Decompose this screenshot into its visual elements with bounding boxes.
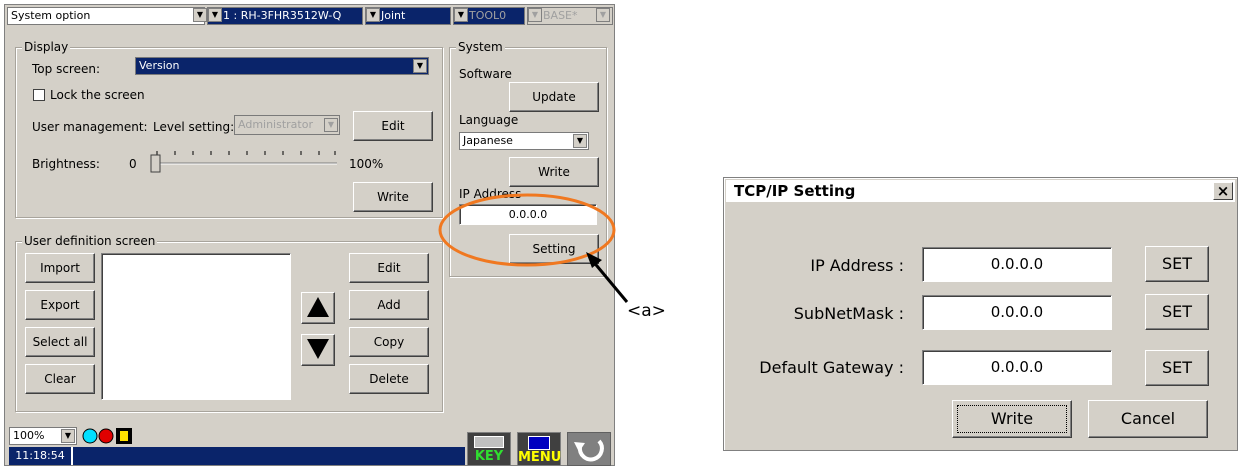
clear-button[interactable]: Clear [25, 364, 95, 394]
chevron-down-icon[interactable]: ▼ [366, 8, 380, 22]
user-definition-title: User definition screen [22, 234, 158, 248]
chevron-down-icon[interactable]: ▼ [573, 134, 587, 148]
top-screen-value: Version [139, 59, 180, 72]
brightness-label: Brightness: [32, 157, 100, 171]
chevron-down-icon[interactable]: ▼ [61, 429, 75, 443]
keyboard-icon [474, 436, 504, 448]
chevron-down-icon[interactable]: ▼ [528, 8, 542, 22]
user-copy-button[interactable]: Copy [349, 327, 429, 357]
language-value: Japanese [463, 134, 513, 147]
error-status-icon [98, 428, 114, 444]
subnet-mask-input[interactable]: 0.0.0.0 [922, 295, 1112, 330]
import-button[interactable]: Import [25, 253, 95, 283]
menu-label: MENU [518, 450, 562, 465]
status-bar [9, 447, 465, 465]
move-down-button[interactable] [301, 334, 335, 366]
subnet-mask-label: SubNetMask : [793, 304, 904, 323]
chevron-down-icon[interactable]: ▼ [413, 59, 427, 73]
level-setting-select[interactable]: Administrator ▼ [234, 115, 340, 135]
top-screen-select[interactable]: Version ▼ [135, 57, 429, 75]
chevron-down-icon[interactable]: ▼ [208, 8, 222, 22]
key-label: KEY [474, 449, 504, 464]
default-gateway-label: Default Gateway : [759, 358, 904, 377]
level-setting-value: Administrator [238, 118, 313, 131]
dialog-cancel-button[interactable]: Cancel [1088, 400, 1208, 438]
dialog-write-button[interactable]: Write [952, 400, 1072, 438]
user-screen-list[interactable] [101, 253, 291, 400]
lock-screen-checkbox[interactable] [33, 89, 45, 101]
software-label: Software [459, 67, 512, 81]
brightness-max-label: 100% [349, 157, 384, 171]
chevron-down-icon[interactable]: ▼ [596, 8, 610, 22]
user-management-label: User management: [32, 120, 148, 134]
lock-screen-label: Lock the screen [50, 88, 145, 102]
gateway-set-button[interactable]: SET [1145, 350, 1209, 386]
language-label: Language [459, 113, 519, 127]
zoom-value: 100% [13, 429, 45, 442]
user-delete-button[interactable]: Delete [349, 364, 429, 394]
system-group-title: System [456, 40, 505, 54]
close-button[interactable]: × [1213, 182, 1233, 200]
arrow-down-icon [307, 339, 329, 359]
callout-arrow-icon [590, 259, 629, 303]
ip-set-button[interactable]: SET [1145, 246, 1209, 282]
level-edit-button[interactable]: Edit [353, 111, 433, 141]
return-button[interactable] [567, 432, 611, 466]
dialog-titlebar: TCP/IP Setting × [726, 180, 1235, 202]
screen-select[interactable]: System option [7, 7, 205, 25]
zoom-select[interactable]: 100% ▼ [9, 427, 77, 445]
subnet-set-button[interactable]: SET [1145, 294, 1209, 330]
user-add-button[interactable]: Add [349, 290, 429, 320]
chevron-down-icon[interactable]: ▼ [324, 118, 338, 132]
clock: 11:18:54 [9, 447, 73, 465]
default-gateway-input[interactable]: 0.0.0.0 [922, 350, 1112, 385]
brightness-min-label: 0 [129, 157, 137, 171]
user-edit-button[interactable]: Edit [349, 253, 429, 283]
display-write-button[interactable]: Write [353, 182, 433, 212]
select-all-button[interactable]: Select all [25, 327, 95, 357]
top-screen-label: Top screen: [32, 62, 100, 76]
status-indicators [82, 428, 132, 444]
software-update-button[interactable]: Update [509, 82, 599, 112]
move-up-button[interactable] [301, 292, 335, 324]
ip-address-label: IP Address : [810, 256, 904, 275]
robot-select[interactable]: 1 : RH-3FHR3512W-Q [207, 7, 363, 25]
servo-status-icon [82, 428, 98, 444]
ip-address-input[interactable]: 0.0.0.0 [922, 247, 1112, 282]
chevron-down-icon[interactable]: ▼ [193, 8, 207, 22]
focus-ring [957, 405, 1067, 433]
callout-label: <a> [627, 301, 666, 321]
menu-icon [528, 436, 550, 450]
robot-select-value: 1 : RH-3FHR3512W-Q [223, 9, 342, 22]
level-setting-label: Level setting: [153, 120, 235, 134]
arrow-up-icon [307, 297, 329, 317]
tcpip-dialog: TCP/IP Setting × IP Address : 0.0.0.0 SE… [723, 177, 1238, 451]
dialog-title: TCP/IP Setting [734, 182, 856, 200]
screen-select-value: System option [11, 9, 91, 22]
display-group-title: Display [22, 40, 71, 54]
return-arrow-icon [574, 439, 604, 462]
menu-button[interactable]: MENU [517, 432, 561, 466]
export-button[interactable]: Export [25, 290, 95, 320]
chevron-down-icon[interactable]: ▼ [454, 8, 468, 22]
language-select[interactable]: Japanese ▼ [459, 132, 589, 150]
keyboard-button[interactable]: KEY [467, 432, 511, 466]
brightness-slider[interactable] [145, 145, 345, 175]
